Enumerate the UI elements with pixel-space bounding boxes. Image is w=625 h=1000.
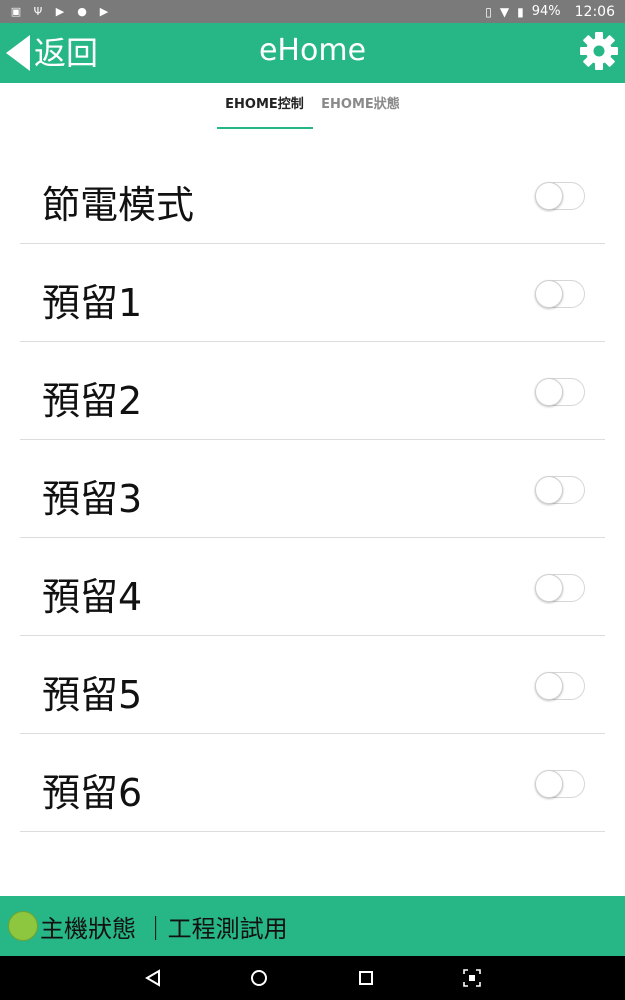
page-title: eHome (258, 33, 367, 68)
navigation-bar (0, 956, 625, 1000)
host-status-text: 主機狀態 ｜工程測試用 (40, 914, 288, 943)
android-icon: ● (77, 4, 87, 18)
tab-bar: EHOME控制 EHOME狀態 (0, 83, 625, 129)
image-notification-icon: ▣ (10, 4, 22, 18)
toggle-list: 節電模式 預留1 預留2 預留3 預留4 預留5 預留6 (20, 146, 605, 832)
recents-nav-button[interactable] (354, 966, 378, 990)
list-item: 預留6 (20, 734, 605, 832)
play-store-icon-2: ▶ (99, 4, 109, 18)
row-label: 預留2 (42, 379, 143, 423)
reserved-3-switch[interactable] (535, 476, 585, 504)
reserved-1-switch[interactable] (535, 280, 585, 308)
recents-square-icon (358, 971, 373, 985)
home-nav-button[interactable] (247, 966, 271, 990)
list-item: 預留1 (20, 244, 605, 342)
power-saving-switch[interactable] (535, 182, 585, 210)
screenshot-nav-button[interactable] (460, 966, 484, 990)
gear-icon[interactable] (579, 31, 619, 71)
vibrate-icon: ▯ (485, 4, 492, 19)
screenshot-icon (463, 969, 481, 987)
row-label: 預留4 (42, 575, 143, 619)
row-label: 節電模式 (42, 183, 195, 227)
list-item: 節電模式 (20, 146, 605, 244)
tab-ehome-control[interactable]: EHOME控制 (216, 83, 313, 129)
back-nav-button[interactable] (141, 966, 165, 990)
list-item: 預留5 (20, 636, 605, 734)
app-bar: 返回 eHome (0, 23, 625, 83)
row-label: 預留1 (42, 281, 143, 325)
wifi-icon: ▼ (499, 4, 510, 19)
status-indicator-dot (8, 911, 38, 941)
battery-icon: ▮ (517, 4, 524, 19)
host-status-bar: 主機狀態 ｜工程測試用 (0, 896, 625, 956)
reserved-6-switch[interactable] (535, 770, 585, 798)
reserved-2-switch[interactable] (535, 378, 585, 406)
list-item: 預留2 (20, 342, 605, 440)
reserved-5-switch[interactable] (535, 672, 585, 700)
clock: 12:06 (574, 3, 615, 20)
row-label: 預留5 (42, 673, 143, 717)
reserved-4-switch[interactable] (535, 574, 585, 602)
row-label: 預留3 (42, 477, 143, 521)
play-store-icon: ▶ (55, 4, 65, 18)
status-bar: ▣ Ψ ▶ ● ▶ ▯ ▼ ▮ 94% 12:06 (0, 0, 625, 23)
notification-icons: ▣ Ψ ▶ ● ▶ (10, 4, 110, 18)
tab-ehome-status[interactable]: EHOME狀態 (313, 83, 409, 129)
list-item: 預留3 (20, 440, 605, 538)
back-triangle-icon (145, 969, 161, 987)
row-label: 預留6 (42, 771, 143, 815)
usb-icon: Ψ (33, 4, 43, 18)
home-circle-icon (251, 970, 268, 986)
battery-percent: 94% (531, 4, 561, 19)
list-item: 預留4 (20, 538, 605, 636)
